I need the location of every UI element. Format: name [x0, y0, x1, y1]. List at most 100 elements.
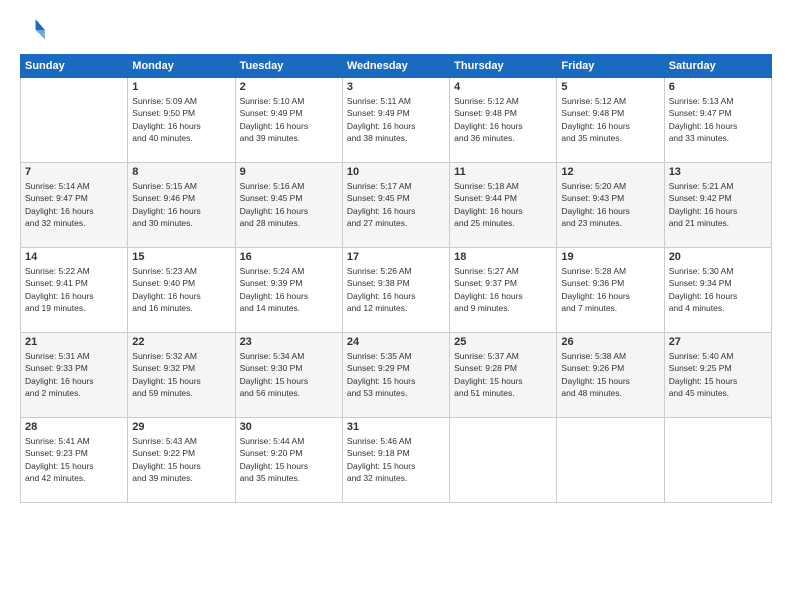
day-info: Sunrise: 5:31 AM Sunset: 9:33 PM Dayligh…: [25, 350, 123, 399]
calendar-cell: 6 Sunrise: 5:13 AM Sunset: 9:47 PM Daylig…: [664, 78, 771, 163]
day-number: 19: [561, 251, 659, 263]
day-info: Sunrise: 5:40 AM Sunset: 9:25 PM Dayligh…: [669, 350, 767, 399]
calendar-cell: 26Sunrise: 5:38 AM Sunset: 9:26 PM Dayli…: [557, 333, 664, 418]
day-info: Sunrise: 5:11 AM Sunset: 9:49 PM Dayligh…: [347, 95, 445, 144]
day-info: Sunrise: 5:35 AM Sunset: 9:29 PM Dayligh…: [347, 350, 445, 399]
day-number: 5: [561, 81, 659, 93]
week-row-3: 14 Sunrise: 5:22 AM Sunset: 9:41 PM Dayli…: [21, 248, 772, 333]
day-info: Sunrise: 5:12 AM Sunset: 9:48 PM Dayligh…: [454, 95, 552, 144]
day-info: Sunrise: 5:46 AM Sunset: 9:18 PM Dayligh…: [347, 435, 445, 484]
weekday-header-row: SundayMondayTuesdayWednesdayThursdayFrid…: [21, 55, 772, 78]
day-info: Sunrise: 5:32 AM Sunset: 9:32 PM Dayligh…: [132, 350, 230, 399]
day-number: 12: [561, 166, 659, 178]
calendar-cell: 27 Sunrise: 5:40 AM Sunset: 9:25 PM Dayli…: [664, 333, 771, 418]
calendar-cell: 11 Sunrise: 5:18 AM Sunset: 9:44 PM Dayli…: [450, 163, 557, 248]
day-info: Sunrise: 5:10 AM Sunset: 9:49 PM Dayligh…: [240, 95, 338, 144]
day-number: 23: [240, 336, 338, 348]
logo: [20, 16, 52, 44]
calendar-cell: 7 Sunrise: 5:14 AM Sunset: 9:47 PM Daylig…: [21, 163, 128, 248]
calendar-cell: 19 Sunrise: 5:28 AM Sunset: 9:36 PM Dayli…: [557, 248, 664, 333]
day-number: 2: [240, 81, 338, 93]
day-number: 4: [454, 81, 552, 93]
day-info: Sunrise: 5:17 AM Sunset: 9:45 PM Dayligh…: [347, 180, 445, 229]
calendar-cell: 20 Sunrise: 5:30 AM Sunset: 9:34 PM Dayli…: [664, 248, 771, 333]
calendar-cell: 10 Sunrise: 5:17 AM Sunset: 9:45 PM Dayli…: [342, 163, 449, 248]
week-row-1: 1 Sunrise: 5:09 AM Sunset: 9:50 PM Daylig…: [21, 78, 772, 163]
day-info: Sunrise: 5:43 AM Sunset: 9:22 PM Dayligh…: [132, 435, 230, 484]
calendar-cell: 21 Sunrise: 5:31 AM Sunset: 9:33 PM Dayli…: [21, 333, 128, 418]
calendar-cell: 14 Sunrise: 5:22 AM Sunset: 9:41 PM Dayli…: [21, 248, 128, 333]
day-number: 15: [132, 251, 230, 263]
day-number: 13: [669, 166, 767, 178]
page: SundayMondayTuesdayWednesdayThursdayFrid…: [0, 0, 792, 612]
weekday-header-tuesday: Tuesday: [235, 55, 342, 78]
day-info: Sunrise: 5:09 AM Sunset: 9:50 PM Dayligh…: [132, 95, 230, 144]
day-info: Sunrise: 5:34 AM Sunset: 9:30 PM Dayligh…: [240, 350, 338, 399]
day-info: Sunrise: 5:14 AM Sunset: 9:47 PM Dayligh…: [25, 180, 123, 229]
calendar-cell: 12 Sunrise: 5:20 AM Sunset: 9:43 PM Dayli…: [557, 163, 664, 248]
day-number: 31: [347, 421, 445, 433]
day-number: 10: [347, 166, 445, 178]
calendar-cell: [664, 418, 771, 503]
day-number: 29: [132, 421, 230, 433]
day-info: Sunrise: 5:15 AM Sunset: 9:46 PM Dayligh…: [132, 180, 230, 229]
calendar-cell: 9Sunrise: 5:16 AM Sunset: 9:45 PM Daylig…: [235, 163, 342, 248]
day-info: Sunrise: 5:30 AM Sunset: 9:34 PM Dayligh…: [669, 265, 767, 314]
day-info: Sunrise: 5:26 AM Sunset: 9:38 PM Dayligh…: [347, 265, 445, 314]
day-info: Sunrise: 5:22 AM Sunset: 9:41 PM Dayligh…: [25, 265, 123, 314]
calendar-cell: 1 Sunrise: 5:09 AM Sunset: 9:50 PM Daylig…: [128, 78, 235, 163]
day-number: 24: [347, 336, 445, 348]
calendar-cell: 3Sunrise: 5:11 AM Sunset: 9:49 PM Daylig…: [342, 78, 449, 163]
day-info: Sunrise: 5:13 AM Sunset: 9:47 PM Dayligh…: [669, 95, 767, 144]
day-number: 7: [25, 166, 123, 178]
day-info: Sunrise: 5:18 AM Sunset: 9:44 PM Dayligh…: [454, 180, 552, 229]
weekday-header-sunday: Sunday: [21, 55, 128, 78]
calendar-cell: 8 Sunrise: 5:15 AM Sunset: 9:46 PM Daylig…: [128, 163, 235, 248]
calendar-cell: 13 Sunrise: 5:21 AM Sunset: 9:42 PM Dayli…: [664, 163, 771, 248]
calendar-cell: 17 Sunrise: 5:26 AM Sunset: 9:38 PM Dayli…: [342, 248, 449, 333]
day-number: 21: [25, 336, 123, 348]
day-number: 17: [347, 251, 445, 263]
day-info: Sunrise: 5:20 AM Sunset: 9:43 PM Dayligh…: [561, 180, 659, 229]
day-info: Sunrise: 5:27 AM Sunset: 9:37 PM Dayligh…: [454, 265, 552, 314]
day-number: 16: [240, 251, 338, 263]
weekday-header-saturday: Saturday: [664, 55, 771, 78]
calendar-cell: 24 Sunrise: 5:35 AM Sunset: 9:29 PM Dayli…: [342, 333, 449, 418]
calendar-cell: 25Sunrise: 5:37 AM Sunset: 9:28 PM Dayli…: [450, 333, 557, 418]
day-info: Sunrise: 5:12 AM Sunset: 9:48 PM Dayligh…: [561, 95, 659, 144]
header: [20, 16, 772, 44]
day-info: Sunrise: 5:21 AM Sunset: 9:42 PM Dayligh…: [669, 180, 767, 229]
day-number: 14: [25, 251, 123, 263]
calendar-cell: 2 Sunrise: 5:10 AM Sunset: 9:49 PM Daylig…: [235, 78, 342, 163]
week-row-5: 28 Sunrise: 5:41 AM Sunset: 9:23 PM Dayli…: [21, 418, 772, 503]
logo-icon: [20, 16, 48, 44]
day-number: 22: [132, 336, 230, 348]
week-row-2: 7 Sunrise: 5:14 AM Sunset: 9:47 PM Daylig…: [21, 163, 772, 248]
weekday-header-wednesday: Wednesday: [342, 55, 449, 78]
day-number: 1: [132, 81, 230, 93]
calendar-cell: 5 Sunrise: 5:12 AM Sunset: 9:48 PM Daylig…: [557, 78, 664, 163]
day-number: 27: [669, 336, 767, 348]
day-info: Sunrise: 5:41 AM Sunset: 9:23 PM Dayligh…: [25, 435, 123, 484]
day-info: Sunrise: 5:37 AM Sunset: 9:28 PM Dayligh…: [454, 350, 552, 399]
day-info: Sunrise: 5:24 AM Sunset: 9:39 PM Dayligh…: [240, 265, 338, 314]
weekday-header-monday: Monday: [128, 55, 235, 78]
day-number: 28: [25, 421, 123, 433]
day-number: 9: [240, 166, 338, 178]
calendar-cell: [557, 418, 664, 503]
calendar-cell: 23 Sunrise: 5:34 AM Sunset: 9:30 PM Dayli…: [235, 333, 342, 418]
calendar-cell: 28 Sunrise: 5:41 AM Sunset: 9:23 PM Dayli…: [21, 418, 128, 503]
day-number: 18: [454, 251, 552, 263]
calendar-cell: [21, 78, 128, 163]
day-info: Sunrise: 5:44 AM Sunset: 9:20 PM Dayligh…: [240, 435, 338, 484]
calendar-cell: 18 Sunrise: 5:27 AM Sunset: 9:37 PM Dayli…: [450, 248, 557, 333]
weekday-header-friday: Friday: [557, 55, 664, 78]
day-number: 26: [561, 336, 659, 348]
day-number: 20: [669, 251, 767, 263]
day-info: Sunrise: 5:28 AM Sunset: 9:36 PM Dayligh…: [561, 265, 659, 314]
calendar-cell: 4 Sunrise: 5:12 AM Sunset: 9:48 PM Daylig…: [450, 78, 557, 163]
day-number: 8: [132, 166, 230, 178]
day-number: 6: [669, 81, 767, 93]
day-number: 11: [454, 166, 552, 178]
calendar-cell: 22 Sunrise: 5:32 AM Sunset: 9:32 PM Dayli…: [128, 333, 235, 418]
